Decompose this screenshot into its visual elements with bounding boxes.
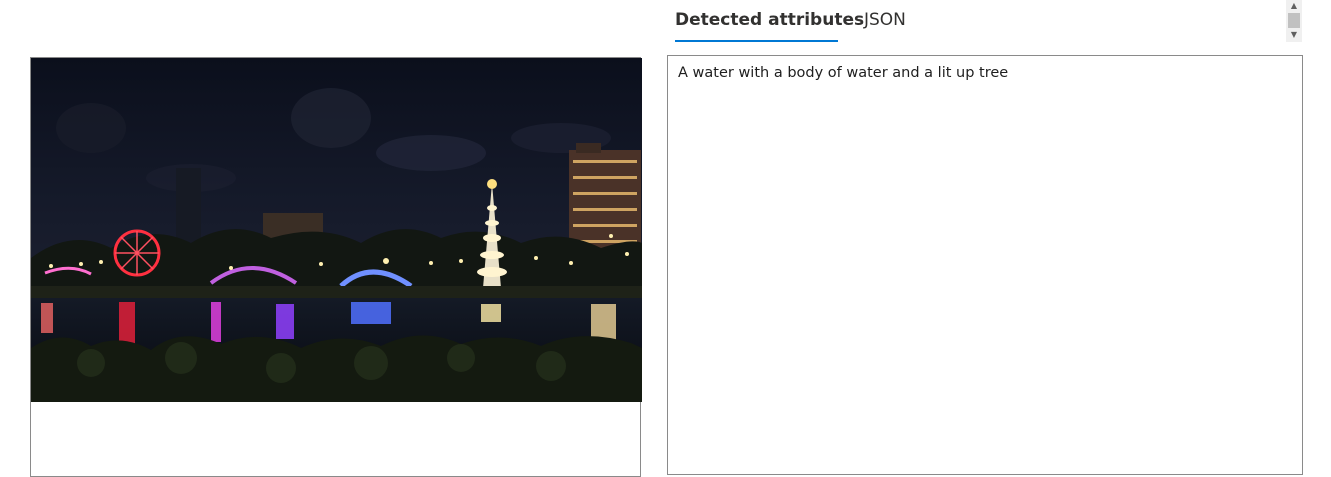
tab-detected-attributes[interactable]: Detected attributes [675,10,864,42]
image-preview-panel [30,57,642,477]
image-caption-text: A water with a body of water and a lit u… [678,65,1009,81]
result-tabs: Detected attributes JSON [675,0,925,42]
scroll-up-icon[interactable]: ▲ [1286,1,1302,11]
night-waterfront-photo [31,58,642,402]
scroll-down-icon[interactable]: ▼ [1286,30,1302,40]
scrollbar-thumb[interactable] [1288,13,1300,28]
tab-json[interactable]: JSON [864,10,906,42]
detected-attributes-panel: A water with a body of water and a lit u… [667,55,1303,475]
vertical-scrollbar[interactable]: ▲ ▼ [1286,0,1302,42]
